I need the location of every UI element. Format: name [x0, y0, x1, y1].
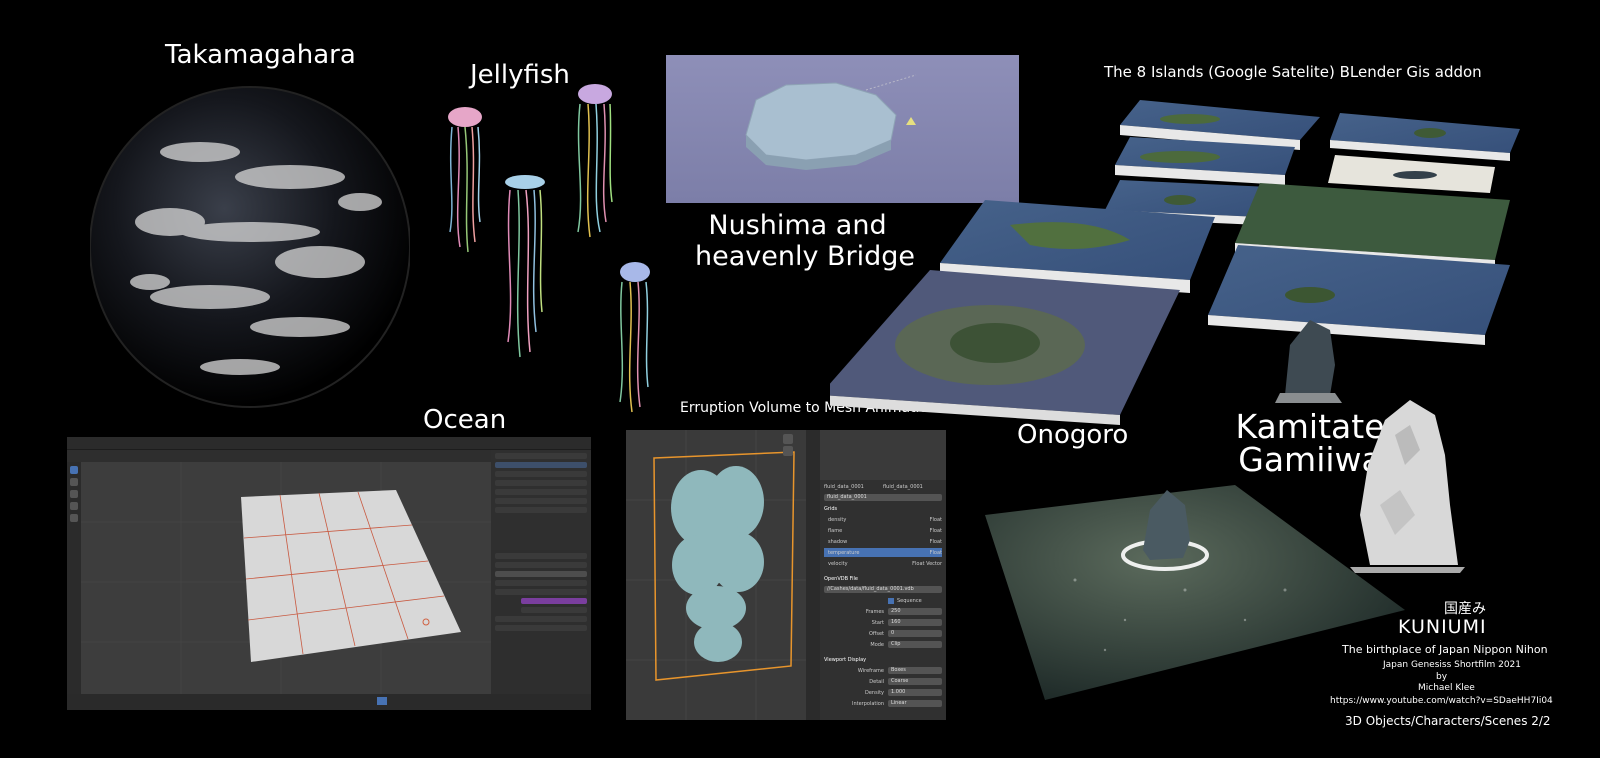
- interpolation-label: Interpolation: [852, 700, 884, 707]
- credit-kuniumi: KUNIUMI: [1398, 616, 1487, 638]
- eruption-blender-window: fluid_data_0001 fluid_data_0001 fluid_dat…: [626, 430, 946, 720]
- grid-density[interactable]: density: [824, 517, 930, 523]
- properties-panel: [491, 550, 591, 694]
- jellyfish-2: [577, 84, 613, 238]
- name-a: fluid_data_0001: [824, 483, 864, 490]
- jellyfish-4: [619, 262, 650, 413]
- blender-topbar: [67, 437, 591, 450]
- grid-type-density: Float: [929, 516, 942, 523]
- volume-properties: fluid_data_0001 fluid_data_0001 fluid_dat…: [820, 480, 946, 720]
- island-tile-4: [1328, 155, 1495, 193]
- island-tile-onogoro: [830, 270, 1180, 425]
- jellyfish-3: [505, 175, 545, 358]
- mode-label: Mode: [870, 641, 884, 648]
- ocean-blender-window: [67, 437, 591, 710]
- grid-velocity[interactable]: velocity: [824, 561, 912, 567]
- credit-japanese: 国産み: [1444, 601, 1486, 617]
- grid-type-velocity: Float Vector: [912, 560, 942, 567]
- wireframe-select[interactable]: Boxes: [888, 667, 942, 674]
- wireframe-label: Wireframe: [857, 667, 884, 674]
- density-label: Density: [864, 689, 884, 696]
- earth-globe: [90, 86, 410, 408]
- object-name-field[interactable]: fluid_data_0001: [824, 494, 942, 501]
- viewport-header: [67, 450, 491, 462]
- credit-footer: 3D Objects/Characters/Scenes 2/2: [1345, 714, 1551, 728]
- grids-header[interactable]: Grids: [824, 504, 942, 513]
- offset-field[interactable]: 0: [888, 630, 942, 637]
- outliner: [491, 450, 591, 550]
- frames-label: Frames: [865, 608, 884, 615]
- credit-by: by: [1436, 672, 1448, 682]
- file-path-field[interactable]: //Cashes/data/fluid_data_0001.vdb: [824, 586, 942, 593]
- mode-select[interactable]: Clip: [888, 641, 942, 648]
- sequence-label: Sequence: [897, 597, 922, 604]
- islands-title: The 8 Islands (Google Satelite) BLender …: [1104, 63, 1482, 81]
- detail-label: Detail: [869, 678, 884, 685]
- start-label: Start: [871, 619, 884, 626]
- start-field[interactable]: 160: [888, 619, 942, 626]
- jellyfish-1: [448, 107, 482, 253]
- grid-type-shadow: Float: [929, 538, 942, 545]
- frames-field[interactable]: 250: [888, 608, 942, 615]
- name-b: fluid_data_0001: [883, 483, 923, 490]
- properties-tabs: [806, 430, 820, 720]
- offset-label: Offset: [868, 630, 884, 637]
- credit-url[interactable]: https://www.youtube.com/watch?v=SDaeHH7I…: [1330, 696, 1553, 706]
- grid-shadow[interactable]: shadow: [824, 539, 930, 545]
- interpolation-select[interactable]: Linear: [888, 700, 942, 707]
- grid-temperature[interactable]: temperature: [824, 550, 930, 556]
- grid-type-temperature: Float: [929, 549, 942, 556]
- credit-subtitle: The birthplace of Japan Nippon Nihon: [1342, 643, 1548, 656]
- toolbar: [67, 462, 81, 694]
- jellyfish-group: [448, 84, 650, 413]
- kamitate-rock-model: [1350, 400, 1465, 573]
- takamagahara-title: Takamagahara: [165, 40, 356, 70]
- density-field[interactable]: 1.000: [888, 689, 942, 696]
- sequence-checkbox[interactable]: [888, 597, 894, 604]
- grid-type-flame: Float: [929, 527, 942, 534]
- credit-film: Japan Genesiss Shortfilm 2021: [1383, 660, 1521, 670]
- eruption-viewport: [626, 430, 806, 720]
- viewport-display-header[interactable]: Viewport Display: [824, 655, 942, 664]
- openvdb-header[interactable]: OpenVDB File: [824, 574, 942, 583]
- credit-author: Michael Klee: [1418, 683, 1475, 693]
- grid-flame[interactable]: flame: [824, 528, 930, 534]
- island-tile-2: [1330, 113, 1520, 161]
- timeline: [67, 694, 591, 710]
- viewport-nav-icons: [781, 432, 799, 462]
- detail-select[interactable]: Coarse: [888, 678, 942, 685]
- islands-tiles: [830, 100, 1520, 425]
- ocean-viewport: [81, 462, 491, 694]
